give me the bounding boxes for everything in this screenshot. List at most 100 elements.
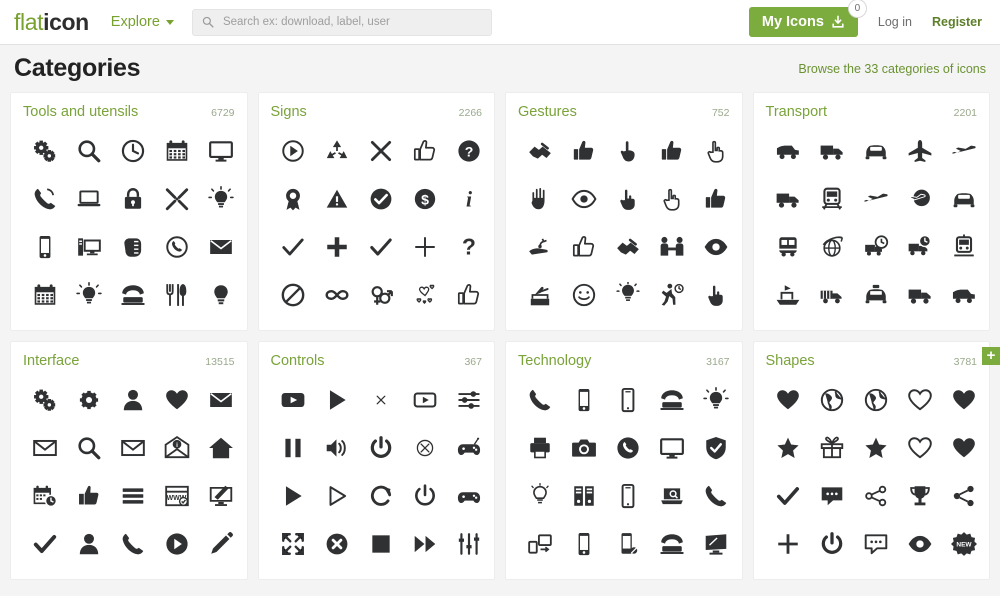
screen-edit-icon[interactable] bbox=[199, 473, 243, 519]
category-card[interactable]: Gestures 752 bbox=[505, 92, 743, 331]
category-title[interactable]: Shapes bbox=[766, 353, 815, 369]
play-solid-icon[interactable] bbox=[271, 473, 315, 519]
warning-triangle-icon[interactable] bbox=[315, 176, 359, 222]
thumbs-up-small-icon[interactable] bbox=[694, 176, 738, 222]
mobile-icon[interactable] bbox=[562, 377, 606, 423]
hand-swipe-icon[interactable] bbox=[111, 224, 155, 270]
category-title[interactable]: Technology bbox=[518, 353, 591, 369]
gender-icon[interactable] bbox=[359, 272, 403, 318]
power-outline-icon[interactable] bbox=[403, 473, 447, 519]
heart-bold-icon[interactable] bbox=[942, 377, 986, 423]
envelope-icon[interactable] bbox=[199, 224, 243, 270]
check-shape-icon[interactable] bbox=[766, 473, 810, 519]
tools-cross-icon[interactable] bbox=[155, 176, 199, 222]
trophy-icon[interactable] bbox=[898, 473, 942, 519]
search-box[interactable] bbox=[191, 8, 492, 36]
handshake-icon[interactable] bbox=[518, 128, 562, 174]
truck-icon[interactable] bbox=[766, 176, 810, 222]
avatar-icon[interactable] bbox=[67, 521, 111, 567]
padlock-icon[interactable] bbox=[111, 176, 155, 222]
play-circle-icon[interactable] bbox=[271, 128, 315, 174]
dollar-circle-icon[interactable]: $ bbox=[403, 176, 447, 222]
heart-outline-icon[interactable] bbox=[898, 377, 942, 423]
laptop-icon[interactable] bbox=[67, 176, 111, 222]
category-card[interactable]: Tools and utensils 6729 bbox=[10, 92, 248, 331]
category-card[interactable]: Interface 13515 i WWW bbox=[10, 341, 248, 580]
search-icon[interactable] bbox=[67, 425, 111, 471]
phone-data-icon[interactable] bbox=[606, 521, 650, 567]
check-circle-icon[interactable] bbox=[359, 176, 403, 222]
eye-filled-icon[interactable] bbox=[694, 224, 738, 270]
equalizer-icon[interactable] bbox=[447, 521, 491, 567]
envelope-outline-icon[interactable] bbox=[23, 425, 67, 471]
menu-lines-icon[interactable] bbox=[111, 473, 155, 519]
close-circle-icon[interactable] bbox=[315, 521, 359, 567]
phone-call-icon[interactable] bbox=[23, 176, 67, 222]
plus-icon[interactable] bbox=[766, 521, 810, 567]
fast-forward-icon[interactable] bbox=[403, 521, 447, 567]
box-truck-icon[interactable] bbox=[898, 272, 942, 318]
check-mark-icon[interactable] bbox=[359, 224, 403, 270]
play-button-icon[interactable] bbox=[155, 521, 199, 567]
share-nodes-icon[interactable] bbox=[854, 473, 898, 519]
car-front-icon[interactable] bbox=[854, 128, 898, 174]
clock-icon[interactable] bbox=[111, 128, 155, 174]
airplane-tilt-icon[interactable] bbox=[942, 128, 986, 174]
phone-circle-filled-icon[interactable] bbox=[606, 425, 650, 471]
new-badge-icon[interactable]: NEW bbox=[942, 521, 986, 567]
video-play-icon[interactable] bbox=[271, 377, 315, 423]
globe-circle-icon[interactable] bbox=[810, 377, 854, 423]
globe-orbit-icon[interactable] bbox=[810, 224, 854, 270]
check-thin-icon[interactable] bbox=[271, 224, 315, 270]
browser-www-icon[interactable]: WWW bbox=[155, 473, 199, 519]
camera-icon[interactable] bbox=[562, 425, 606, 471]
search-input[interactable] bbox=[220, 15, 482, 29]
phone-receiver-icon[interactable] bbox=[518, 377, 562, 423]
logo[interactable]: flaticon bbox=[14, 9, 89, 36]
monitor-tilt-icon[interactable] bbox=[694, 521, 738, 567]
lightbulb-rays-icon[interactable] bbox=[67, 272, 111, 318]
plane-side-icon[interactable] bbox=[854, 176, 898, 222]
airplane-icon[interactable] bbox=[898, 128, 942, 174]
volume-icon[interactable] bbox=[315, 425, 359, 471]
monitor-icon[interactable] bbox=[199, 128, 243, 174]
eye-shape-icon[interactable] bbox=[898, 521, 942, 567]
thumbs-up-outline2-icon[interactable] bbox=[562, 224, 606, 270]
globe-plane-icon[interactable] bbox=[898, 176, 942, 222]
gamepad-icon[interactable] bbox=[447, 425, 491, 471]
hearts-scatter-icon[interactable] bbox=[403, 272, 447, 318]
smartphone-outline-icon[interactable] bbox=[606, 377, 650, 423]
add-category-button[interactable]: + bbox=[982, 347, 1000, 365]
category-title[interactable]: Signs bbox=[271, 104, 307, 120]
mail-line-icon[interactable] bbox=[111, 425, 155, 471]
power-icon[interactable] bbox=[359, 425, 403, 471]
stop-icon[interactable] bbox=[359, 521, 403, 567]
bulb-bright-icon[interactable] bbox=[694, 377, 738, 423]
bus-icon[interactable] bbox=[766, 224, 810, 270]
bulb-filled-icon[interactable] bbox=[199, 272, 243, 318]
thumbs-up-box-icon[interactable] bbox=[67, 473, 111, 519]
car-icon[interactable] bbox=[942, 176, 986, 222]
close-small-icon[interactable] bbox=[359, 377, 403, 423]
desktop-setup-icon[interactable] bbox=[67, 224, 111, 270]
prohibited-icon[interactable] bbox=[271, 272, 315, 318]
info-italic-icon[interactable]: i bbox=[447, 176, 491, 222]
hand-vote-icon[interactable] bbox=[518, 272, 562, 318]
finger-press-icon[interactable] bbox=[694, 272, 738, 318]
truck-clock-icon[interactable] bbox=[898, 224, 942, 270]
gear-icon[interactable] bbox=[67, 377, 111, 423]
smiley-face-icon[interactable] bbox=[562, 272, 606, 318]
heart-filled-icon[interactable] bbox=[155, 377, 199, 423]
category-card[interactable]: Signs 2266? $ i? bbox=[257, 92, 495, 331]
check-bold-icon[interactable] bbox=[23, 521, 67, 567]
calendar-clock-icon[interactable] bbox=[23, 473, 67, 519]
shield-check-icon[interactable] bbox=[694, 425, 738, 471]
delivery-truck-icon[interactable] bbox=[810, 128, 854, 174]
idea-bulb-icon[interactable] bbox=[199, 176, 243, 222]
hand-click-outline-icon[interactable] bbox=[650, 176, 694, 222]
fullscreen-icon[interactable] bbox=[271, 521, 315, 567]
login-link[interactable]: Log in bbox=[878, 15, 912, 29]
mail-open-icon[interactable] bbox=[199, 377, 243, 423]
van-icon[interactable] bbox=[766, 128, 810, 174]
handshake-deal-icon[interactable] bbox=[606, 224, 650, 270]
